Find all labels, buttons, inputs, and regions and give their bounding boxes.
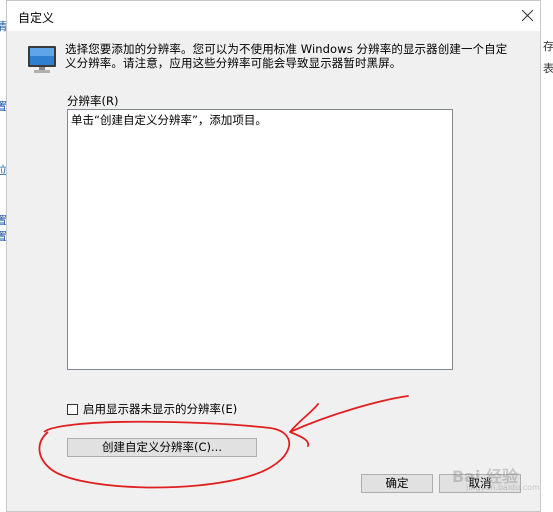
- dialog-description: 选择您要添加的分辨率。您可以为不使用标准 Windows 分辨率的显示器创建一个…: [65, 42, 508, 70]
- close-button[interactable]: [513, 3, 543, 29]
- resolution-list-label: 分辨率(R): [67, 94, 119, 108]
- ok-button[interactable]: 确定: [361, 474, 433, 493]
- title-bar[interactable]: 自定义: [7, 1, 540, 31]
- monitor-icon: [27, 45, 57, 75]
- enable-unsupported-label[interactable]: 启用显示器未显示的分辨率(E): [83, 401, 237, 417]
- close-icon: [522, 10, 533, 21]
- cancel-button[interactable]: 取消: [439, 474, 521, 493]
- enable-unsupported-checkbox[interactable]: [67, 403, 78, 415]
- resolution-listbox[interactable]: 单击“创建自定义分辨率”，添加项目。: [67, 109, 453, 370]
- custom-resolution-dialog: 自定义 选择您要添加的分辨率。您可以为不使用标准 Windows 分辨率的显示器…: [6, 0, 541, 512]
- background-text: 存: [543, 40, 553, 53]
- create-custom-resolution-button[interactable]: 创建自定义分辨率(C)...: [67, 438, 257, 457]
- list-item[interactable]: 单击“创建自定义分辨率”，添加项目。: [69, 111, 269, 129]
- background-window-right: 存 表: [541, 0, 553, 512]
- background-text: 表: [543, 62, 553, 75]
- dialog-title: 自定义: [18, 11, 55, 25]
- enable-unsupported-resolutions-option[interactable]: 启用显示器未显示的分辨率(E): [67, 402, 237, 416]
